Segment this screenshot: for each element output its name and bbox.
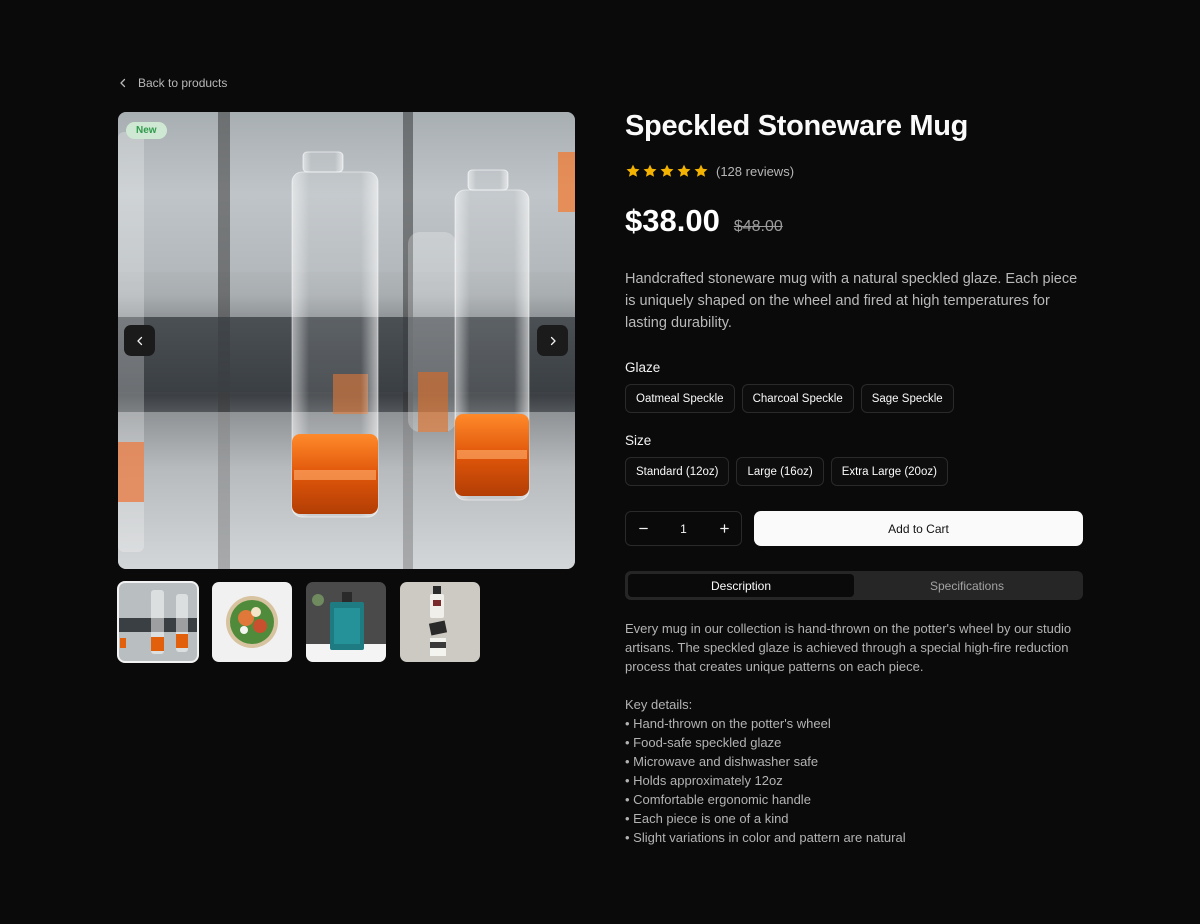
thumbnail-stacked-bottles[interactable]	[400, 582, 480, 662]
price-row: $38.00 $48.00	[625, 203, 783, 239]
star-icon	[677, 164, 691, 177]
list-item: • Food-safe speckled glaze	[625, 735, 782, 750]
current-price: $38.00	[625, 203, 720, 238]
tab-description[interactable]: Description	[628, 574, 854, 597]
product-rating: (128 reviews)	[625, 163, 794, 179]
chevron-right-icon	[550, 336, 556, 345]
star-icon	[626, 164, 640, 177]
back-link-label: Back to products	[138, 76, 228, 90]
quantity-value[interactable]: 1	[660, 522, 707, 536]
size-options: Standard (12oz) Large (16oz) Extra Large…	[625, 457, 948, 486]
list-item: • Microwave and dishwasher safe	[625, 754, 819, 769]
chevron-left-icon	[120, 78, 126, 88]
glaze-option-sage[interactable]: Sage Speckle	[860, 384, 954, 413]
size-option-large[interactable]: Large (16oz)	[736, 457, 824, 486]
list-item: • Slight variations in color and pattern…	[625, 830, 906, 845]
thumbnail-perfume-bottle[interactable]	[306, 582, 386, 662]
thumbnail-strip	[117, 581, 480, 663]
list-item: • Each piece is one of a kind	[625, 811, 789, 826]
minus-icon	[638, 527, 648, 530]
size-option-standard[interactable]: Standard (12oz)	[625, 457, 730, 486]
glaze-option-charcoal[interactable]: Charcoal Speckle	[741, 384, 854, 413]
salad-bowl-thumbnail-image	[212, 582, 292, 662]
key-details-title: Key details:	[625, 697, 693, 712]
product-title: Speckled Stoneware Mug	[625, 110, 969, 142]
previous-image-button[interactable]	[124, 325, 155, 356]
tab-specifications[interactable]: Specifications	[854, 574, 1080, 597]
list-item: • Hand-thrown on the potter's wheel	[625, 716, 831, 731]
glaze-label: Glaze	[625, 360, 661, 375]
thumbnail-glass-vials[interactable]	[117, 581, 199, 663]
product-main-image: New	[118, 112, 575, 569]
new-badge: New	[126, 122, 167, 139]
glass-vials-thumbnail-image	[118, 582, 198, 662]
size-option-extra-large[interactable]: Extra Large (20oz)	[830, 457, 948, 486]
glass-vials-photo	[118, 112, 575, 569]
rating-stars	[625, 163, 709, 179]
product-info-tabs: Description Specifications	[625, 571, 1083, 600]
quantity-stepper: 1	[625, 511, 742, 546]
decrease-quantity-button[interactable]	[626, 512, 660, 545]
description-intro: Every mug in our collection is hand-thro…	[625, 621, 1072, 674]
chevron-left-icon	[136, 336, 142, 345]
plus-icon	[719, 524, 729, 533]
review-count[interactable]: (128 reviews)	[716, 164, 794, 179]
glaze-option-oatmeal[interactable]: Oatmeal Speckle	[625, 384, 735, 413]
original-price: $48.00	[733, 218, 783, 235]
list-item: • Comfortable ergonomic handle	[625, 792, 811, 807]
back-to-products-link[interactable]: Back to products	[118, 76, 227, 90]
description-panel: Every mug in our collection is hand-thro…	[625, 619, 1085, 847]
size-label: Size	[625, 433, 652, 448]
perfume-bottle-thumbnail-image	[306, 582, 386, 662]
increase-quantity-button[interactable]	[707, 512, 741, 545]
next-image-button[interactable]	[537, 325, 568, 356]
star-icon	[660, 164, 674, 177]
glaze-options: Oatmeal Speckle Charcoal Speckle Sage Sp…	[625, 384, 954, 413]
add-to-cart-button[interactable]: Add to Cart	[754, 511, 1083, 546]
key-details-list: • Hand-thrown on the potter's wheel • Fo…	[625, 714, 1085, 847]
stacked-bottles-thumbnail-image	[400, 582, 480, 662]
star-icon	[643, 164, 657, 177]
thumbnail-salad-bowl[interactable]	[212, 582, 292, 662]
star-icon	[694, 164, 708, 177]
list-item: • Holds approximately 12oz	[625, 773, 783, 788]
product-description: Handcrafted stoneware mug with a natural…	[625, 271, 1078, 331]
